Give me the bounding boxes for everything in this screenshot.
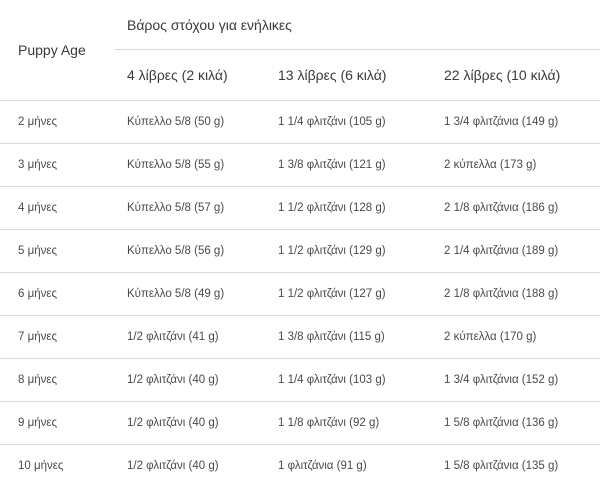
table-header: Puppy Age Βάρος στόχου για ενήλικες 4 λί… xyxy=(0,0,600,101)
table-row: 4 μήνεςΚύπελλο 5/8 (57 g)1 1/2 φλιτζάνι … xyxy=(0,187,600,230)
target-weight-header: Βάρος στόχου για ενήλικες xyxy=(115,0,600,50)
weight-4lb-cell: Κύπελλο 5/8 (50 g) xyxy=(115,101,267,144)
weight-22lb-cell: 2 1/4 φλιτζάνια (189 g) xyxy=(431,230,600,273)
weight-4lb-cell: Κύπελλο 5/8 (55 g) xyxy=(115,144,267,187)
puppy-age-cell: 2 μήνες xyxy=(0,101,115,144)
weight-column-header-4lb: 4 λίβρες (2 κιλά) xyxy=(115,50,267,101)
puppy-age-cell: 5 μήνες xyxy=(0,230,115,273)
weight-22lb-cell: 1 5/8 φλιτζάνια (136 g) xyxy=(431,402,600,445)
table-row: 10 μήνες1/2 φλιτζάνι (40 g)1 φλιτζάνια (… xyxy=(0,445,600,487)
weight-column-header-22lb: 22 λίβρες (10 κιλά) xyxy=(431,50,600,101)
weight-4lb-cell: Κύπελλο 5/8 (57 g) xyxy=(115,187,267,230)
weight-4lb-cell: 1/2 φλιτζάνι (40 g) xyxy=(115,359,267,402)
puppy-age-header: Puppy Age xyxy=(0,0,115,101)
weight-13lb-cell: 1 1/2 φλιτζάνι (127 g) xyxy=(267,273,431,316)
weight-22lb-cell: 1 5/8 φλιτζάνια (135 g) xyxy=(431,445,600,487)
weight-13lb-cell: 1 1/8 φλιτζάνι (92 g) xyxy=(267,402,431,445)
puppy-age-cell: 10 μήνες xyxy=(0,445,115,487)
weight-13lb-cell: 1 3/8 φλιτζάνι (115 g) xyxy=(267,316,431,359)
puppy-age-cell: 8 μήνες xyxy=(0,359,115,402)
weight-4lb-cell: 1/2 φλιτζάνι (40 g) xyxy=(115,445,267,487)
weight-22lb-cell: 1 3/4 φλιτζάνια (149 g) xyxy=(431,101,600,144)
weight-4lb-cell: Κύπελλο 5/8 (56 g) xyxy=(115,230,267,273)
puppy-age-cell: 6 μήνες xyxy=(0,273,115,316)
weight-4lb-cell: 1/2 φλιτζάνι (40 g) xyxy=(115,402,267,445)
weight-13lb-cell: 1 1/4 φλιτζάνι (103 g) xyxy=(267,359,431,402)
weight-22lb-cell: 2 1/8 φλιτζάνια (186 g) xyxy=(431,187,600,230)
feeding-table-container: Puppy Age Βάρος στόχου για ενήλικες 4 λί… xyxy=(0,0,600,486)
weight-13lb-cell: 1 1/4 φλιτζάνι (105 g) xyxy=(267,101,431,144)
weight-13lb-cell: 1 1/2 φλιτζάνι (129 g) xyxy=(267,230,431,273)
table-row: 8 μήνες1/2 φλιτζάνι (40 g)1 1/4 φλιτζάνι… xyxy=(0,359,600,402)
weight-column-header-13lb: 13 λίβρες (6 κιλά) xyxy=(267,50,431,101)
weight-22lb-cell: 2 1/8 φλιτζάνια (188 g) xyxy=(431,273,600,316)
weight-4lb-cell: Κύπελλο 5/8 (49 g) xyxy=(115,273,267,316)
weight-13lb-cell: 1 φλιτζάνια (91 g) xyxy=(267,445,431,487)
table-row: 9 μήνες1/2 φλιτζάνι (40 g)1 1/8 φλιτζάνι… xyxy=(0,402,600,445)
table-row: 7 μήνες1/2 φλιτζάνι (41 g)1 3/8 φλιτζάνι… xyxy=(0,316,600,359)
weight-22lb-cell: 2 κύπελλα (173 g) xyxy=(431,144,600,187)
puppy-age-cell: 4 μήνες xyxy=(0,187,115,230)
weight-13lb-cell: 1 1/2 φλιτζάνι (128 g) xyxy=(267,187,431,230)
puppy-age-cell: 9 μήνες xyxy=(0,402,115,445)
table-row: 6 μήνεςΚύπελλο 5/8 (49 g)1 1/2 φλιτζάνι … xyxy=(0,273,600,316)
weight-22lb-cell: 2 κύπελλα (170 g) xyxy=(431,316,600,359)
weight-13lb-cell: 1 3/8 φλιτζάνι (121 g) xyxy=(267,144,431,187)
table-body: 2 μήνεςΚύπελλο 5/8 (50 g)1 1/4 φλιτζάνι … xyxy=(0,101,600,487)
puppy-age-cell: 7 μήνες xyxy=(0,316,115,359)
puppy-feeding-table: Puppy Age Βάρος στόχου για ενήλικες 4 λί… xyxy=(0,0,600,487)
table-row: 2 μήνεςΚύπελλο 5/8 (50 g)1 1/4 φλιτζάνι … xyxy=(0,101,600,144)
header-row-group: Puppy Age Βάρος στόχου για ενήλικες xyxy=(0,0,600,50)
table-row: 5 μήνεςΚύπελλο 5/8 (56 g)1 1/2 φλιτζάνι … xyxy=(0,230,600,273)
puppy-age-cell: 3 μήνες xyxy=(0,144,115,187)
weight-4lb-cell: 1/2 φλιτζάνι (41 g) xyxy=(115,316,267,359)
table-row: 3 μήνεςΚύπελλο 5/8 (55 g)1 3/8 φλιτζάνι … xyxy=(0,144,600,187)
weight-22lb-cell: 1 3/4 φλιτζάνια (152 g) xyxy=(431,359,600,402)
